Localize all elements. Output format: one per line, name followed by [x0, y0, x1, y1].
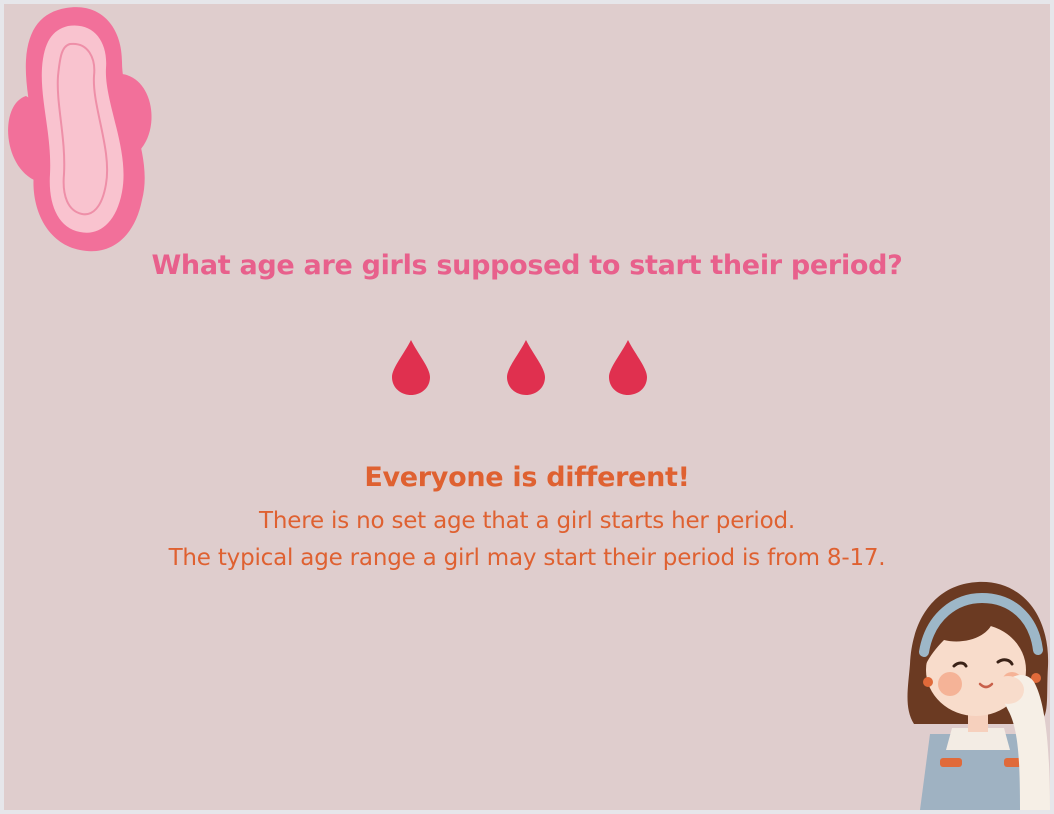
sanitary-pad-icon: [8, 7, 152, 252]
blood-drop-icon: [609, 340, 647, 395]
blood-drop-icon: [507, 340, 545, 395]
answer-heading: Everyone is different!: [364, 462, 690, 493]
slide: What age are girls supposed to start the…: [4, 4, 1050, 810]
girl-character-illustration: [907, 581, 1050, 810]
answer-text-line-1: There is no set age that a girl starts h…: [259, 508, 795, 534]
question-heading: What age are girls supposed to start the…: [151, 250, 903, 281]
answer-text-line-2: The typical age range a girl may start t…: [168, 545, 886, 571]
blood-drop-icon: [392, 340, 430, 395]
